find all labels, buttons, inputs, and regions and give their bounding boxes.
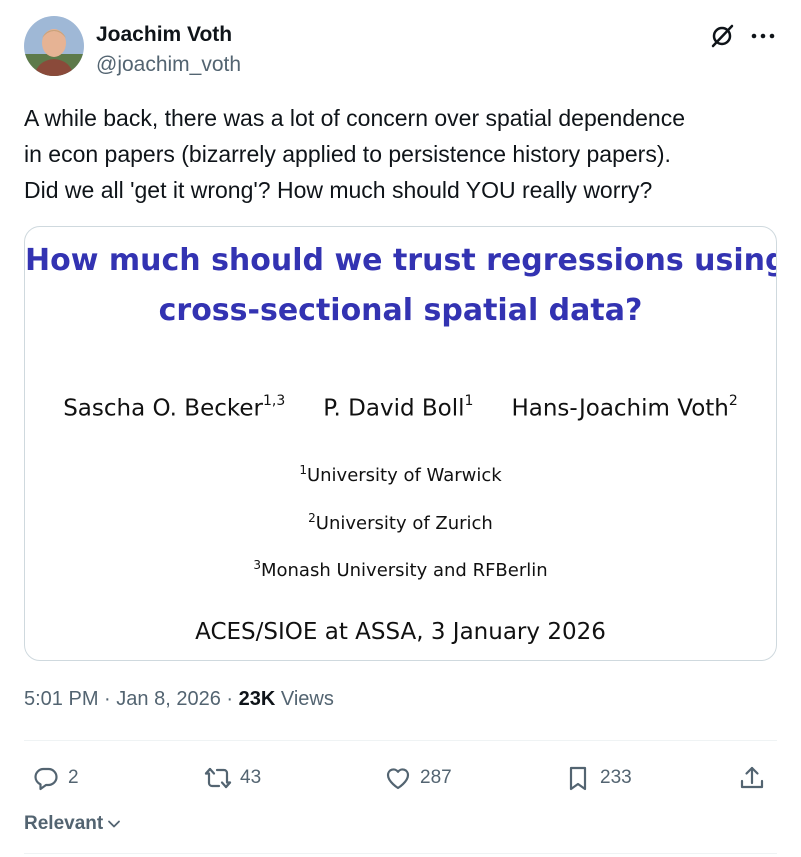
media-image[interactable]: How much should we trust regressions usi…	[24, 226, 777, 661]
affil-sup: 2	[308, 511, 316, 525]
reply-count: 2	[68, 767, 79, 788]
meta-separator: ·	[226, 688, 234, 710]
repost-count: 43	[240, 767, 262, 788]
reply-sort-dropdown[interactable]: Relevant	[24, 813, 123, 835]
slide-title-line2: cross-sectional spatial data?	[158, 293, 643, 328]
author-name-text: Sascha O. Becker	[63, 395, 263, 422]
tweet-text-line: A while back, there was a lot of concern…	[24, 105, 686, 131]
tweet-date[interactable]: Jan 8, 2026	[116, 688, 221, 710]
slide-affiliation: 3Monash University and RFBerlin	[25, 558, 776, 581]
slide-event: ACES/SIOE at ASSA, 3 January 2026	[195, 619, 606, 645]
bookmark-count: 233	[600, 767, 632, 788]
slide-author: P. David Boll1	[323, 393, 474, 422]
affil-sup: 3	[253, 558, 261, 572]
affil-name: University of Zurich	[315, 513, 493, 534]
avatar[interactable]	[24, 16, 84, 76]
sort-label: Relevant	[24, 813, 104, 834]
tweet-meta: 5:01 PM · Jan 8, 2026 · 23K Views	[24, 688, 334, 711]
chevron-down-icon	[108, 820, 121, 828]
affil-sup: 1	[299, 463, 307, 477]
divider	[24, 740, 777, 741]
affil-name: University of Warwick	[306, 465, 502, 486]
slide-authors: Sascha O. Becker1,3 P. David Boll1 Hans-…	[25, 393, 776, 422]
bookmark-icon	[569, 766, 587, 791]
repost-icon	[204, 767, 232, 789]
repost-button[interactable]: 43	[204, 758, 261, 798]
author-sup: 1,3	[262, 393, 286, 409]
affil-name: Monash University and RFBerlin	[260, 560, 548, 581]
slide-author: Hans-Joachim Voth2	[511, 393, 738, 422]
avatar-photo	[24, 16, 84, 76]
author-name[interactable]: Joachim Voth	[96, 23, 232, 47]
views-count: 23K	[238, 688, 276, 710]
tweet-time[interactable]: 5:01 PM	[24, 688, 98, 710]
like-button[interactable]: 287	[384, 758, 452, 798]
author-handle[interactable]: @joachim_voth	[96, 53, 241, 77]
views-label: Views	[280, 688, 334, 710]
slide-title-line1: How much should we trust regressions usi…	[25, 243, 777, 278]
reply-button[interactable]: 2	[32, 758, 79, 798]
slide-affiliation: 2University of Zurich	[25, 511, 776, 534]
author-sup: 2	[728, 393, 738, 409]
divider	[24, 853, 777, 854]
more-icon[interactable]	[750, 30, 776, 42]
tweet-header: Joachim Voth @joachim_voth	[24, 16, 779, 80]
share-icon	[740, 766, 764, 789]
bookmark-button[interactable]: 233	[564, 758, 632, 798]
share-button[interactable]	[738, 758, 766, 798]
reply-icon	[34, 767, 58, 791]
tweet-text: A while back, there was a lot of concern…	[24, 100, 774, 208]
like-count: 287	[420, 767, 452, 788]
author-name-text: P. David Boll	[323, 395, 465, 422]
grok-icon[interactable]	[708, 22, 736, 50]
heart-icon	[386, 768, 410, 790]
tweet-text-line: in econ papers (bizarrely applied to per…	[24, 141, 671, 167]
slide-author: Sascha O. Becker1,3	[63, 393, 286, 422]
tweet-text-line: Did we all 'get it wrong'? How much shou…	[24, 177, 653, 203]
action-bar: 2 43 287 233	[24, 758, 777, 798]
author-name-text: Hans-Joachim Voth	[511, 395, 729, 422]
meta-separator: ·	[104, 688, 111, 710]
author-sup: 1	[464, 393, 474, 409]
slide-affiliation: 1University of Warwick	[25, 463, 776, 486]
